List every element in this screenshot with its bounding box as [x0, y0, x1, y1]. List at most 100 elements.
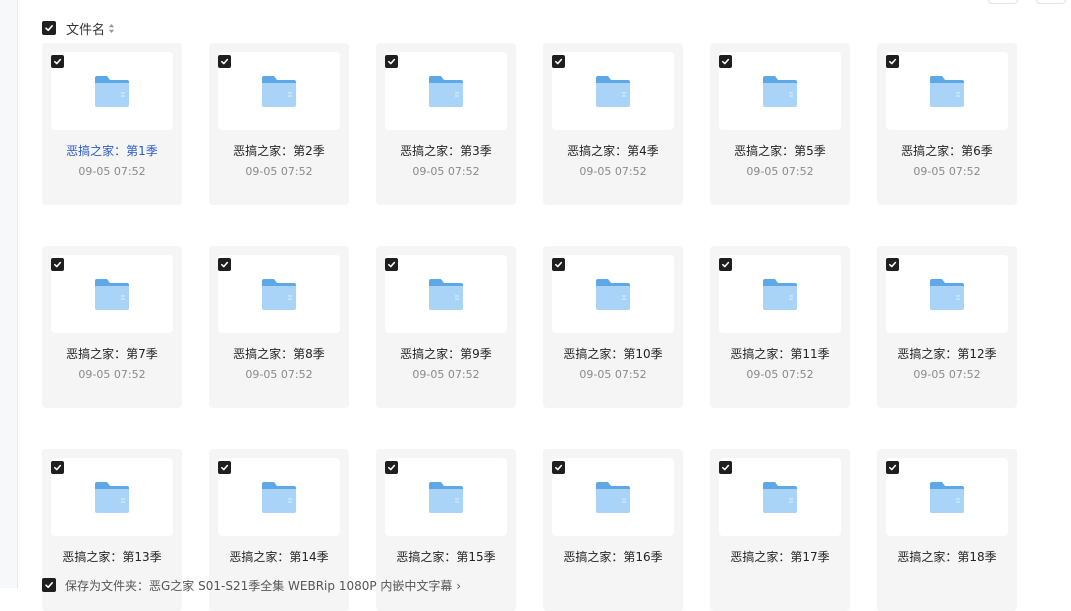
folder-name[interactable]: 恶搞之家：第6季 — [877, 142, 1017, 159]
checkbox-checked-icon — [555, 464, 563, 471]
folder-thumbnail[interactable] — [218, 458, 340, 536]
checkbox-checked-icon — [889, 58, 897, 65]
checkbox-checked-icon — [555, 58, 563, 65]
folder-card[interactable]: 恶搞之家：第2季 09-05 07:52 — [209, 43, 349, 205]
folder-checkbox[interactable] — [886, 258, 899, 271]
folder-thumbnail[interactable] — [719, 255, 841, 333]
folder-card[interactable]: 恶搞之家：第16季 — [543, 449, 683, 611]
folder-checkbox[interactable] — [385, 461, 398, 474]
folder-checkbox[interactable] — [385, 258, 398, 271]
folder-checkbox[interactable] — [719, 258, 732, 271]
folder-icon — [596, 279, 630, 310]
folder-checkbox[interactable] — [51, 258, 64, 271]
folder-thumbnail[interactable] — [385, 52, 507, 130]
folder-checkbox[interactable] — [886, 55, 899, 68]
folder-modified-date: 09-05 07:52 — [913, 368, 981, 381]
folder-checkbox[interactable] — [51, 461, 64, 474]
folder-icon — [930, 482, 964, 513]
folder-modified-date: 09-05 07:52 — [913, 165, 981, 178]
folder-card[interactable]: 恶搞之家：第4季 09-05 07:52 — [543, 43, 683, 205]
folder-card[interactable]: 恶搞之家：第3季 09-05 07:52 — [376, 43, 516, 205]
folder-checkbox[interactable] — [719, 461, 732, 474]
folder-name[interactable]: 恶搞之家：第2季 — [209, 142, 349, 159]
folder-thumbnail[interactable] — [51, 52, 173, 130]
folder-card[interactable]: 恶搞之家：第6季 09-05 07:52 — [877, 43, 1017, 205]
select-all-checkbox[interactable] — [42, 21, 56, 35]
folder-card[interactable]: 恶搞之家：第17季 — [710, 449, 850, 611]
checkbox-checked-icon — [388, 464, 396, 471]
folder-name[interactable]: 恶搞之家：第10季 — [543, 345, 683, 362]
folder-icon — [95, 279, 129, 310]
folder-thumbnail[interactable] — [886, 52, 1008, 130]
folder-name[interactable]: 恶搞之家：第18季 — [877, 548, 1017, 565]
folder-name[interactable]: 恶搞之家：第7季 — [42, 345, 182, 362]
folder-icon — [429, 76, 463, 107]
checkbox-checked-icon — [722, 464, 730, 471]
folder-card[interactable]: 恶搞之家：第8季 09-05 07:52 — [209, 246, 349, 408]
folder-thumbnail[interactable] — [552, 255, 674, 333]
folder-thumbnail[interactable] — [552, 52, 674, 130]
folder-checkbox[interactable] — [719, 55, 732, 68]
folder-thumbnail[interactable] — [719, 458, 841, 536]
save-checkbox[interactable] — [42, 578, 56, 592]
folder-checkbox[interactable] — [886, 461, 899, 474]
folder-card[interactable]: 恶搞之家：第11季 09-05 07:52 — [710, 246, 850, 408]
folder-thumbnail[interactable] — [218, 52, 340, 130]
folder-name[interactable]: 恶搞之家：第9季 — [376, 345, 516, 362]
folder-icon — [262, 279, 296, 310]
folder-card[interactable]: 恶搞之家：第7季 09-05 07:52 — [42, 246, 182, 408]
checkbox-checked-icon — [54, 58, 62, 65]
folder-thumbnail[interactable] — [552, 458, 674, 536]
folder-icon — [763, 279, 797, 310]
folder-modified-date: 09-05 07:52 — [579, 165, 647, 178]
folder-checkbox[interactable] — [385, 55, 398, 68]
folder-card[interactable]: 恶搞之家：第5季 09-05 07:52 — [710, 43, 850, 205]
folder-name[interactable]: 恶搞之家：第11季 — [710, 345, 850, 362]
folder-card[interactable]: 恶搞之家：第10季 09-05 07:52 — [543, 246, 683, 408]
folder-name[interactable]: 恶搞之家：第1季 — [42, 142, 182, 159]
folder-thumbnail[interactable] — [385, 458, 507, 536]
folder-thumbnail[interactable] — [218, 255, 340, 333]
toolbar-button-partial-2[interactable] — [1036, 0, 1066, 4]
folder-thumbnail[interactable] — [886, 255, 1008, 333]
folder-modified-date: 09-05 07:52 — [245, 368, 313, 381]
folder-checkbox[interactable] — [218, 461, 231, 474]
folder-icon — [763, 76, 797, 107]
checkbox-checked-icon — [889, 464, 897, 471]
checkbox-checked-icon — [221, 464, 229, 471]
folder-name[interactable]: 恶搞之家：第17季 — [710, 548, 850, 565]
folder-checkbox[interactable] — [552, 258, 565, 271]
folder-card[interactable]: 恶搞之家：第18季 — [877, 449, 1017, 611]
folder-name[interactable]: 恶搞之家：第5季 — [710, 142, 850, 159]
folder-name[interactable]: 恶搞之家：第14季 — [209, 548, 349, 565]
folder-name[interactable]: 恶搞之家：第12季 — [877, 345, 1017, 362]
folder-thumbnail[interactable] — [51, 255, 173, 333]
folder-name[interactable]: 恶搞之家：第16季 — [543, 548, 683, 565]
toolbar-button-partial[interactable] — [988, 0, 1018, 4]
folder-name[interactable]: 恶搞之家：第4季 — [543, 142, 683, 159]
folder-name[interactable]: 恶搞之家：第13季 — [42, 548, 182, 565]
folder-thumbnail[interactable] — [51, 458, 173, 536]
folder-name[interactable]: 恶搞之家：第8季 — [209, 345, 349, 362]
folder-checkbox[interactable] — [552, 461, 565, 474]
folder-checkbox[interactable] — [218, 55, 231, 68]
checkbox-checked-icon — [221, 58, 229, 65]
folder-name[interactable]: 恶搞之家：第3季 — [376, 142, 516, 159]
sort-icon[interactable] — [108, 23, 115, 34]
folder-icon — [262, 76, 296, 107]
column-header-filename[interactable]: 文件名 — [66, 19, 105, 38]
folder-thumbnail[interactable] — [886, 458, 1008, 536]
checkbox-checked-icon — [221, 261, 229, 268]
folder-checkbox[interactable] — [552, 55, 565, 68]
folder-card[interactable]: 恶搞之家：第12季 09-05 07:52 — [877, 246, 1017, 408]
folder-checkbox[interactable] — [51, 55, 64, 68]
folder-thumbnail[interactable] — [385, 255, 507, 333]
folder-icon — [930, 76, 964, 107]
folder-checkbox[interactable] — [218, 258, 231, 271]
folder-name[interactable]: 恶搞之家：第15季 — [376, 548, 516, 565]
folder-icon — [596, 482, 630, 513]
folder-thumbnail[interactable] — [719, 52, 841, 130]
folder-card[interactable]: 恶搞之家：第9季 09-05 07:52 — [376, 246, 516, 408]
folder-card[interactable]: 恶搞之家：第1季 09-05 07:52 — [42, 43, 182, 205]
save-destination-text[interactable]: 保存为文件夹：恶G之家 S01-S21季全集 WEBRip 1080P 内嵌中文… — [65, 577, 461, 594]
